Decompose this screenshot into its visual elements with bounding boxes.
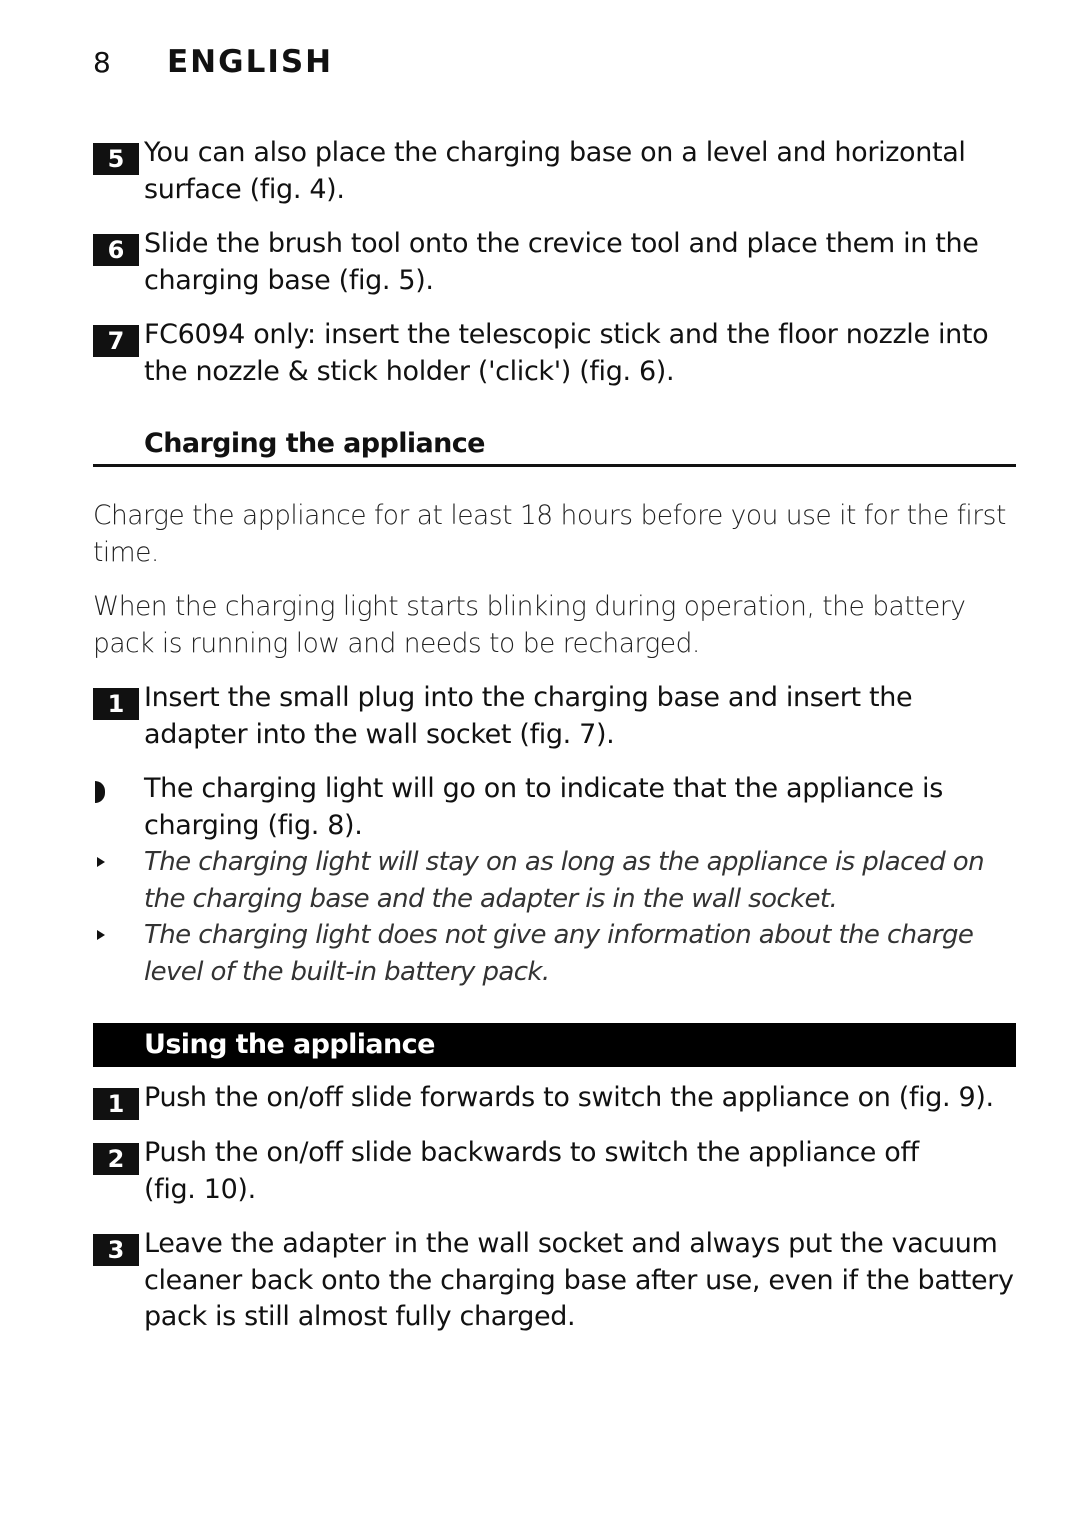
step-number-badge: 5 (93, 143, 139, 175)
result-item: The charging light will go on to indicat… (93, 771, 1016, 844)
step-3-using: 3 Leave the adapter in the wall socket a… (93, 1226, 1016, 1336)
triangle-bullet-icon (97, 857, 105, 867)
section-heading-text: Charging the appliance (144, 428, 485, 459)
step-7: 7 FC6094 only: insert the telescopic sti… (93, 317, 1016, 390)
step-text: Push the on/off slide forwards to switch… (144, 1082, 994, 1113)
triangle-bullet-icon (97, 930, 105, 940)
step-number-badge: 2 (93, 1143, 139, 1175)
step-number-badge: 1 (93, 1088, 139, 1120)
step-text: Leave the adapter in the wall socket and… (144, 1228, 1014, 1332)
paragraph-text: Charge the appliance for at least 18 hou… (93, 500, 1006, 568)
step-number-badge: 1 (93, 688, 139, 720)
paragraph: When the charging light starts blinking … (93, 589, 1016, 662)
note-text: The charging light will stay on as long … (144, 847, 985, 914)
step-text: Insert the small plug into the charging … (144, 682, 913, 750)
result-icon (95, 781, 105, 803)
step-1-charging: 1 Insert the small plug into the chargin… (93, 680, 1016, 753)
step-number-badge: 3 (93, 1234, 139, 1266)
paragraph-text: When the charging light starts blinking … (93, 591, 966, 659)
result-text: The charging light will go on to indicat… (144, 773, 943, 841)
step-number-badge: 7 (93, 325, 139, 357)
step-2-using: 2 Push the on/off slide backwards to swi… (93, 1135, 1016, 1208)
step-1-using: 1 Push the on/off slide forwards to swit… (93, 1080, 1016, 1120)
section-heading-using: Using the appliance (93, 1023, 1016, 1067)
section-heading-charging: Charging the appliance (93, 424, 1016, 467)
paragraph: Charge the appliance for at least 18 hou… (93, 498, 1016, 571)
step-number-badge: 6 (93, 234, 139, 266)
note-item: The charging light will stay on as long … (93, 844, 1016, 917)
note-item: The charging light does not give any inf… (93, 917, 1016, 990)
step-5: 5 You can also place the charging base o… (93, 135, 1016, 208)
step-text: Push the on/off slide backwards to switc… (144, 1137, 919, 1205)
step-6: 6 Slide the brush tool onto the crevice … (93, 226, 1016, 299)
step-text: You can also place the charging base on … (144, 137, 966, 205)
page-content: 5 You can also place the charging base o… (93, 0, 1016, 1523)
section-heading-text: Using the appliance (144, 1029, 435, 1060)
step-text: FC6094 only: insert the telescopic stick… (144, 319, 989, 387)
note-text: The charging light does not give any inf… (144, 920, 974, 987)
step-text: Slide the brush tool onto the crevice to… (144, 228, 979, 296)
